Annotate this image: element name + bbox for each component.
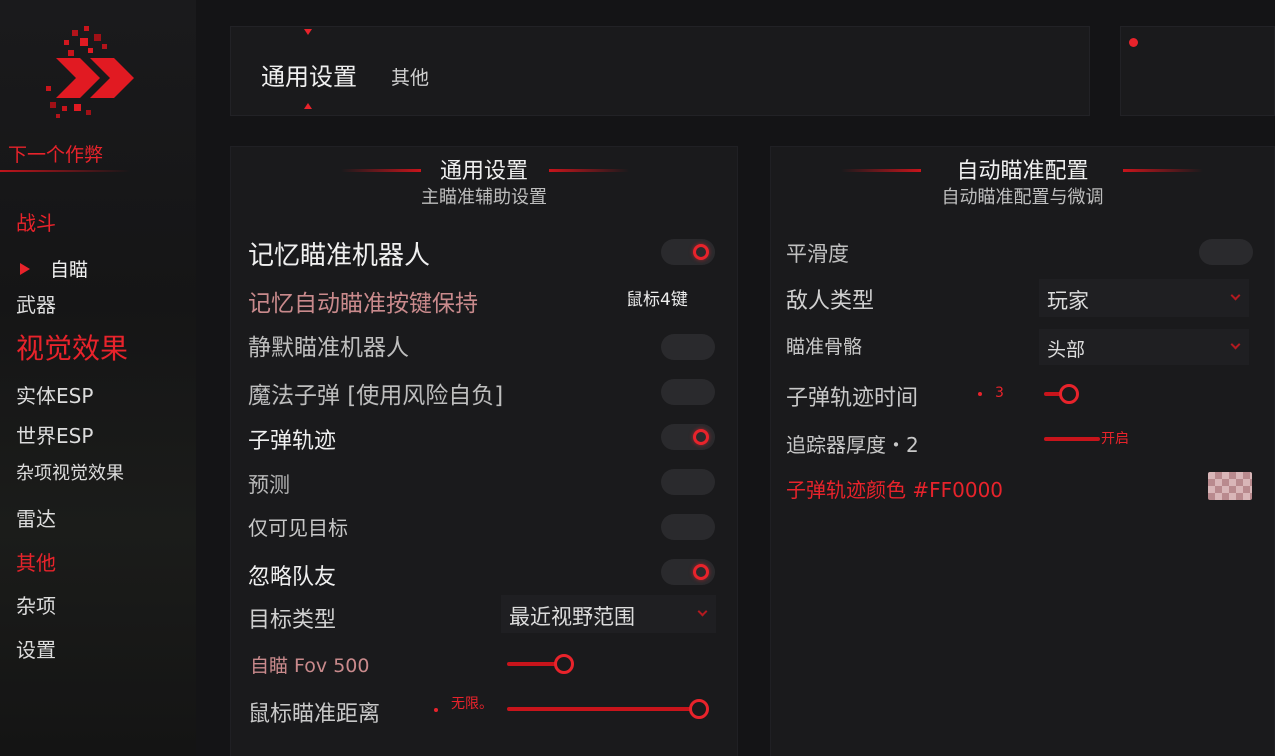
nav-item-entity-esp[interactable]: 实体ESP <box>16 380 93 409</box>
magic-bullet-toggle[interactable] <box>661 379 715 405</box>
chevron-down-icon <box>697 606 708 617</box>
memory-aimbot-toggle[interactable] <box>661 239 715 265</box>
chevron-down-icon <box>1230 339 1241 350</box>
aim-bone-select[interactable]: 头部 <box>1039 329 1249 365</box>
general-settings-panel: 通用设置 主瞄准辅助设置 记忆瞄准机器人 记忆自动瞄准按键保持 鼠标4键 静默瞄… <box>230 146 738 756</box>
status-dot-icon <box>1129 38 1138 47</box>
chevron-down-icon <box>1230 290 1241 301</box>
tracker-thickness-slider[interactable] <box>1044 427 1100 451</box>
nav-item-radar[interactable]: 雷达 <box>16 503 56 532</box>
aim-distance-slider[interactable] <box>507 697 709 721</box>
trace-color-label: 子弹轨迹颜色 #FF0000 <box>786 478 1004 502</box>
prediction-toggle[interactable] <box>661 469 715 495</box>
nav-category-visuals[interactable]: 视觉效果 <box>16 327 128 367</box>
trace-color-swatch[interactable] <box>1208 472 1252 500</box>
slider-thumb[interactable] <box>689 699 709 719</box>
trace-time-value: 3 <box>995 385 1004 401</box>
nav-item-misc[interactable]: 杂项 <box>16 590 56 619</box>
slider-thumb[interactable] <box>1059 384 1079 404</box>
logo-double-chevron-icon <box>46 26 134 118</box>
value-dot-icon <box>434 708 438 712</box>
value-dot-icon <box>978 392 982 396</box>
top-right-box <box>1120 26 1275 116</box>
slider-thumb[interactable] <box>554 654 574 674</box>
tab-marker-top-icon <box>304 29 312 35</box>
tab-general-settings[interactable]: 通用设置 <box>261 57 357 92</box>
nav-item-settings[interactable]: 设置 <box>16 634 56 663</box>
autoaim-config-panel: 自动瞄准配置 自动瞄准配置与微调 平滑度 敌人类型 玩家 瞄准骨骼 头部 子弹轨… <box>770 146 1275 756</box>
target-type-value: 最近视野范围 <box>509 605 635 629</box>
nav-item-misc-visuals[interactable]: 杂项视觉效果 <box>16 459 124 485</box>
aim-bone-value: 头部 <box>1047 339 1086 361</box>
ignore-team-label: 忽略队友 <box>248 565 337 590</box>
slider-track <box>1044 437 1100 441</box>
prediction-label: 预测 <box>248 473 290 497</box>
brand-underline <box>0 170 130 172</box>
hold-key-button[interactable]: 鼠标4键 <box>626 285 688 310</box>
tracker-thickness-value: 开启 <box>1101 431 1129 447</box>
sidebar: 下一个作弊 战斗 自瞄 武器 视觉效果 实体ESP 世界ESP 杂项视觉效果 雷… <box>0 0 196 756</box>
magic-bullet-label: 魔法子弹 [使用风险自负] <box>248 383 504 409</box>
bullet-trace-label: 子弹轨迹 <box>248 429 337 454</box>
toggle-knob <box>693 244 709 260</box>
aim-distance-value: 无限。 <box>451 696 493 712</box>
hold-key-label: 记忆自动瞄准按键保持 <box>248 291 478 317</box>
panel-title: 通用设置 <box>439 159 528 184</box>
nav-item-weapons[interactable]: 武器 <box>16 289 56 318</box>
toggle-knob <box>693 564 709 580</box>
fov-label: 自瞄 Fov 500 <box>250 655 370 677</box>
brand-name: 下一个作弊 <box>8 144 104 166</box>
enemy-type-select[interactable]: 玩家 <box>1039 279 1249 317</box>
nav-item-aimbot[interactable]: 自瞄 <box>20 255 88 282</box>
visible-only-label: 仅可见目标 <box>248 516 348 540</box>
toggle-knob <box>693 429 709 445</box>
nav-item-aimbot-label: 自瞄 <box>50 259 89 281</box>
tab-other[interactable]: 其他 <box>391 63 429 90</box>
enemy-type-label: 敌人类型 <box>786 289 875 314</box>
aim-distance-label: 鼠标瞄准距离 <box>248 702 381 727</box>
aim-bone-label: 瞄准骨骼 <box>786 336 863 358</box>
target-type-select[interactable]: 最近视野范围 <box>501 595 716 633</box>
top-tab-bar: 通用设置 其他 <box>230 26 1090 116</box>
tracker-thickness-label: 追踪器厚度・2 <box>786 433 919 457</box>
bullet-trace-toggle[interactable] <box>661 424 715 450</box>
silent-aimbot-label: 静默瞄准机器人 <box>248 335 409 361</box>
active-arrow-icon <box>20 262 30 275</box>
visible-only-toggle[interactable] <box>661 514 715 540</box>
trace-time-label: 子弹轨迹时间 <box>786 386 919 411</box>
slider-track <box>507 707 699 711</box>
smoothness-toggle[interactable] <box>1199 239 1253 265</box>
nav-category-combat[interactable]: 战斗 <box>16 207 56 236</box>
panel-subtitle: 自动瞄准配置与微调 <box>941 187 1104 208</box>
fov-slider[interactable] <box>507 652 701 676</box>
tab-marker-bottom-icon <box>304 103 312 109</box>
nav-category-other[interactable]: 其他 <box>16 547 56 576</box>
panel-subtitle: 主瞄准辅助设置 <box>421 187 547 208</box>
enemy-type-value: 玩家 <box>1047 289 1089 313</box>
silent-aimbot-toggle[interactable] <box>661 334 715 360</box>
ignore-team-toggle[interactable] <box>661 559 715 585</box>
memory-aimbot-label: 记忆瞄准机器人 <box>248 241 431 271</box>
smoothness-label: 平滑度 <box>786 242 849 266</box>
target-type-label: 目标类型 <box>248 608 337 633</box>
header-deco-right <box>549 169 629 172</box>
header-deco-right <box>1123 169 1203 172</box>
trace-time-slider[interactable] <box>1044 382 1094 406</box>
nav-item-world-esp[interactable]: 世界ESP <box>16 420 93 449</box>
